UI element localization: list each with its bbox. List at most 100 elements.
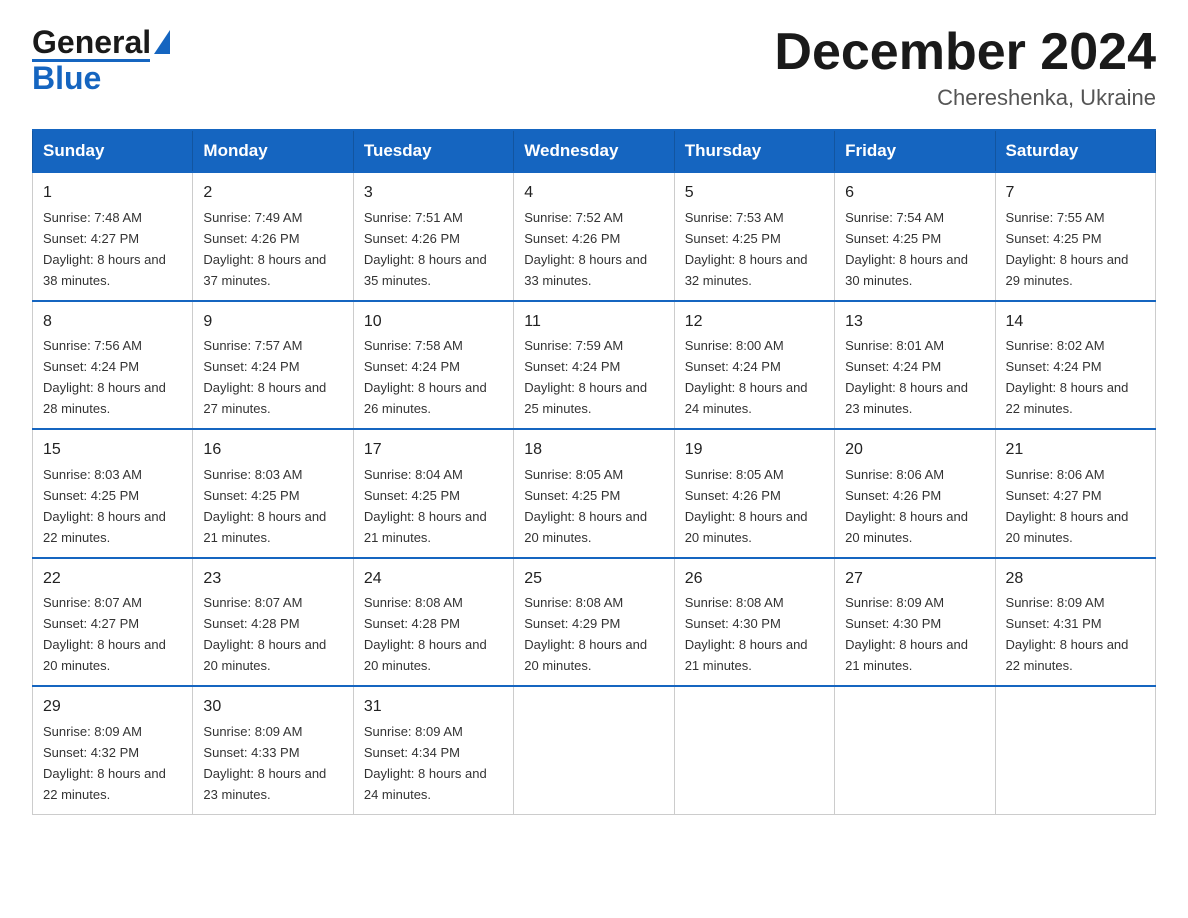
day-info: Sunrise: 8:08 AMSunset: 4:28 PMDaylight:… — [364, 595, 487, 673]
day-number: 4 — [524, 181, 663, 206]
day-number: 13 — [845, 310, 984, 335]
day-info: Sunrise: 8:09 AMSunset: 4:32 PMDaylight:… — [43, 724, 166, 802]
day-number: 24 — [364, 567, 503, 592]
day-number: 23 — [203, 567, 342, 592]
day-number: 18 — [524, 438, 663, 463]
calendar-cell: 25 Sunrise: 8:08 AMSunset: 4:29 PMDaylig… — [514, 558, 674, 686]
day-info: Sunrise: 8:09 AMSunset: 4:30 PMDaylight:… — [845, 595, 968, 673]
calendar-cell: 9 Sunrise: 7:57 AMSunset: 4:24 PMDayligh… — [193, 301, 353, 429]
day-info: Sunrise: 8:03 AMSunset: 4:25 PMDaylight:… — [203, 467, 326, 545]
calendar-cell: 28 Sunrise: 8:09 AMSunset: 4:31 PMDaylig… — [995, 558, 1155, 686]
day-info: Sunrise: 8:09 AMSunset: 4:34 PMDaylight:… — [364, 724, 487, 802]
day-info: Sunrise: 7:48 AMSunset: 4:27 PMDaylight:… — [43, 210, 166, 288]
day-info: Sunrise: 8:09 AMSunset: 4:31 PMDaylight:… — [1006, 595, 1129, 673]
day-number: 10 — [364, 310, 503, 335]
day-number: 12 — [685, 310, 824, 335]
day-number: 22 — [43, 567, 182, 592]
calendar-cell: 12 Sunrise: 8:00 AMSunset: 4:24 PMDaylig… — [674, 301, 834, 429]
calendar-cell: 13 Sunrise: 8:01 AMSunset: 4:24 PMDaylig… — [835, 301, 995, 429]
day-info: Sunrise: 8:07 AMSunset: 4:27 PMDaylight:… — [43, 595, 166, 673]
calendar-cell: 30 Sunrise: 8:09 AMSunset: 4:33 PMDaylig… — [193, 686, 353, 814]
calendar-cell: 15 Sunrise: 8:03 AMSunset: 4:25 PMDaylig… — [33, 429, 193, 557]
calendar-cell: 3 Sunrise: 7:51 AMSunset: 4:26 PMDayligh… — [353, 172, 513, 300]
calendar-header-saturday: Saturday — [995, 130, 1155, 172]
day-info: Sunrise: 8:06 AMSunset: 4:26 PMDaylight:… — [845, 467, 968, 545]
day-info: Sunrise: 8:02 AMSunset: 4:24 PMDaylight:… — [1006, 338, 1129, 416]
calendar-header-tuesday: Tuesday — [353, 130, 513, 172]
calendar-cell: 31 Sunrise: 8:09 AMSunset: 4:34 PMDaylig… — [353, 686, 513, 814]
day-number: 29 — [43, 695, 182, 720]
day-number: 27 — [845, 567, 984, 592]
day-info: Sunrise: 7:54 AMSunset: 4:25 PMDaylight:… — [845, 210, 968, 288]
calendar-cell: 26 Sunrise: 8:08 AMSunset: 4:30 PMDaylig… — [674, 558, 834, 686]
day-number: 30 — [203, 695, 342, 720]
calendar-cell: 14 Sunrise: 8:02 AMSunset: 4:24 PMDaylig… — [995, 301, 1155, 429]
calendar-cell: 24 Sunrise: 8:08 AMSunset: 4:28 PMDaylig… — [353, 558, 513, 686]
day-info: Sunrise: 8:05 AMSunset: 4:26 PMDaylight:… — [685, 467, 808, 545]
page-header: General Blue December 2024 Chereshenka, … — [32, 24, 1156, 111]
calendar-cell: 8 Sunrise: 7:56 AMSunset: 4:24 PMDayligh… — [33, 301, 193, 429]
day-info: Sunrise: 8:04 AMSunset: 4:25 PMDaylight:… — [364, 467, 487, 545]
calendar-cell: 16 Sunrise: 8:03 AMSunset: 4:25 PMDaylig… — [193, 429, 353, 557]
day-info: Sunrise: 7:49 AMSunset: 4:26 PMDaylight:… — [203, 210, 326, 288]
day-number: 9 — [203, 310, 342, 335]
calendar-week-5: 29 Sunrise: 8:09 AMSunset: 4:32 PMDaylig… — [33, 686, 1156, 814]
day-number: 19 — [685, 438, 824, 463]
calendar-week-4: 22 Sunrise: 8:07 AMSunset: 4:27 PMDaylig… — [33, 558, 1156, 686]
calendar-header-thursday: Thursday — [674, 130, 834, 172]
calendar-cell: 18 Sunrise: 8:05 AMSunset: 4:25 PMDaylig… — [514, 429, 674, 557]
day-number: 31 — [364, 695, 503, 720]
calendar-header-wednesday: Wednesday — [514, 130, 674, 172]
day-info: Sunrise: 7:59 AMSunset: 4:24 PMDaylight:… — [524, 338, 647, 416]
calendar-week-3: 15 Sunrise: 8:03 AMSunset: 4:25 PMDaylig… — [33, 429, 1156, 557]
day-number: 16 — [203, 438, 342, 463]
day-info: Sunrise: 8:08 AMSunset: 4:29 PMDaylight:… — [524, 595, 647, 673]
day-number: 15 — [43, 438, 182, 463]
calendar-cell — [674, 686, 834, 814]
day-number: 17 — [364, 438, 503, 463]
day-info: Sunrise: 8:00 AMSunset: 4:24 PMDaylight:… — [685, 338, 808, 416]
day-number: 7 — [1006, 181, 1145, 206]
logo-general: General — [32, 24, 151, 61]
day-number: 6 — [845, 181, 984, 206]
calendar-cell: 17 Sunrise: 8:04 AMSunset: 4:25 PMDaylig… — [353, 429, 513, 557]
calendar-cell: 22 Sunrise: 8:07 AMSunset: 4:27 PMDaylig… — [33, 558, 193, 686]
logo-triangle-icon — [154, 30, 170, 54]
day-number: 25 — [524, 567, 663, 592]
day-info: Sunrise: 7:56 AMSunset: 4:24 PMDaylight:… — [43, 338, 166, 416]
day-number: 11 — [524, 310, 663, 335]
calendar-cell: 21 Sunrise: 8:06 AMSunset: 4:27 PMDaylig… — [995, 429, 1155, 557]
calendar-week-1: 1 Sunrise: 7:48 AMSunset: 4:27 PMDayligh… — [33, 172, 1156, 300]
day-info: Sunrise: 7:52 AMSunset: 4:26 PMDaylight:… — [524, 210, 647, 288]
calendar-cell: 11 Sunrise: 7:59 AMSunset: 4:24 PMDaylig… — [514, 301, 674, 429]
calendar-cell — [995, 686, 1155, 814]
logo: General Blue — [32, 24, 170, 94]
day-number: 21 — [1006, 438, 1145, 463]
calendar-cell: 27 Sunrise: 8:09 AMSunset: 4:30 PMDaylig… — [835, 558, 995, 686]
day-info: Sunrise: 8:05 AMSunset: 4:25 PMDaylight:… — [524, 467, 647, 545]
title-section: December 2024 Chereshenka, Ukraine — [774, 24, 1156, 111]
calendar-cell: 23 Sunrise: 8:07 AMSunset: 4:28 PMDaylig… — [193, 558, 353, 686]
day-number: 28 — [1006, 567, 1145, 592]
calendar-cell: 29 Sunrise: 8:09 AMSunset: 4:32 PMDaylig… — [33, 686, 193, 814]
day-number: 5 — [685, 181, 824, 206]
location: Chereshenka, Ukraine — [774, 85, 1156, 111]
day-info: Sunrise: 8:01 AMSunset: 4:24 PMDaylight:… — [845, 338, 968, 416]
day-info: Sunrise: 7:58 AMSunset: 4:24 PMDaylight:… — [364, 338, 487, 416]
day-number: 2 — [203, 181, 342, 206]
day-number: 1 — [43, 181, 182, 206]
day-info: Sunrise: 7:51 AMSunset: 4:26 PMDaylight:… — [364, 210, 487, 288]
calendar-cell — [514, 686, 674, 814]
calendar-cell: 10 Sunrise: 7:58 AMSunset: 4:24 PMDaylig… — [353, 301, 513, 429]
calendar-cell: 2 Sunrise: 7:49 AMSunset: 4:26 PMDayligh… — [193, 172, 353, 300]
calendar-header-friday: Friday — [835, 130, 995, 172]
day-number: 3 — [364, 181, 503, 206]
day-number: 20 — [845, 438, 984, 463]
day-info: Sunrise: 8:08 AMSunset: 4:30 PMDaylight:… — [685, 595, 808, 673]
calendar-header-sunday: Sunday — [33, 130, 193, 172]
calendar-table: SundayMondayTuesdayWednesdayThursdayFrid… — [32, 129, 1156, 814]
day-number: 26 — [685, 567, 824, 592]
calendar-cell: 20 Sunrise: 8:06 AMSunset: 4:26 PMDaylig… — [835, 429, 995, 557]
calendar-cell: 19 Sunrise: 8:05 AMSunset: 4:26 PMDaylig… — [674, 429, 834, 557]
logo-blue: Blue — [32, 62, 101, 94]
